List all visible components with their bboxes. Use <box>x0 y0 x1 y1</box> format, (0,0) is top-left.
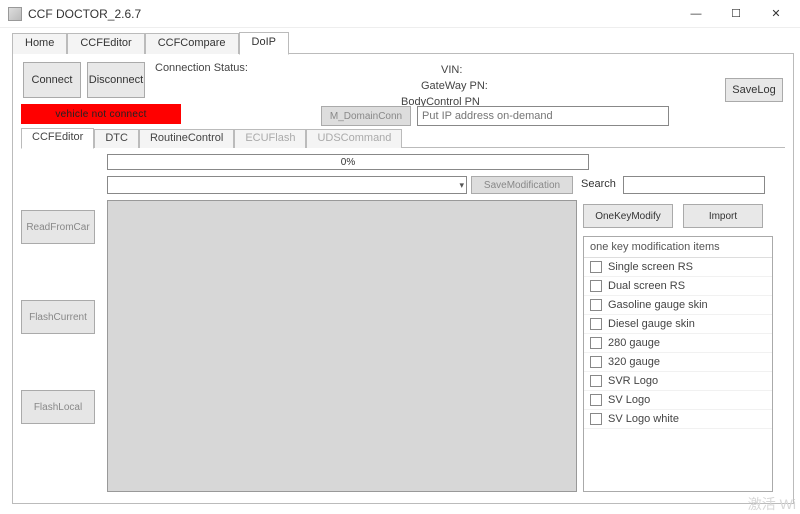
gateway-pn-label: GateWay PN: <box>421 80 488 92</box>
checkbox-icon[interactable] <box>590 280 602 292</box>
checklist-item-label: SV Logo white <box>608 413 679 425</box>
checkbox-icon[interactable] <box>590 413 602 425</box>
checklist-item-label: Diesel gauge skin <box>608 318 695 330</box>
checklist-item-label: Dual screen RS <box>608 280 685 292</box>
checklist-item[interactable]: Gasoline gauge skin <box>584 296 772 315</box>
checkbox-icon[interactable] <box>590 318 602 330</box>
flash-local-button[interactable]: FlashLocal <box>21 390 95 424</box>
import-button[interactable]: Import <box>683 204 763 228</box>
modification-panel: OneKeyModify Import one key modification… <box>583 200 773 492</box>
window-title: CCF DOCTOR_2.6.7 <box>28 7 141 21</box>
doip-pane: Connect Disconnect Connection Status: VI… <box>12 54 794 504</box>
vehicle-status-banner: vehicle not connect <box>21 104 181 124</box>
savelog-button[interactable]: SaveLog <box>725 78 783 102</box>
subtab-dtc[interactable]: DTC <box>94 129 139 148</box>
checklist-item[interactable]: Dual screen RS <box>584 277 772 296</box>
close-button[interactable]: ✕ <box>756 0 796 28</box>
checklist-item[interactable]: SV Logo <box>584 391 772 410</box>
flash-current-button[interactable]: FlashCurrent <box>21 300 95 334</box>
tab-ccfcompare[interactable]: CCFCompare <box>145 33 239 54</box>
checkbox-icon[interactable] <box>590 375 602 387</box>
save-modification-button[interactable]: SaveModification <box>471 176 573 194</box>
checklist-item-label: Single screen RS <box>608 261 693 273</box>
checklist-item[interactable]: SVR Logo <box>584 372 772 391</box>
maximize-button[interactable]: ☐ <box>716 0 756 28</box>
tab-doip[interactable]: DoIP <box>239 32 289 55</box>
subtab-udscommand[interactable]: UDSCommand <box>306 129 402 148</box>
titlebar: CCF DOCTOR_2.6.7 ― ☐ ✕ <box>0 0 800 28</box>
subtab-routinecontrol[interactable]: RoutineControl <box>139 129 234 148</box>
checkbox-icon[interactable] <box>590 356 602 368</box>
modification-checklist[interactable]: one key modification items Single screen… <box>583 236 773 492</box>
connect-button[interactable]: Connect <box>23 62 81 98</box>
checklist-item-label: SV Logo <box>608 394 650 406</box>
doip-sub-tabs: CCFEditor DTC RoutineControl ECUFlash UD… <box>21 128 785 148</box>
ccf-data-grid[interactable] <box>107 200 577 492</box>
disconnect-button[interactable]: Disconnect <box>87 62 145 98</box>
tab-ccfeditor[interactable]: CCFEditor <box>67 33 144 54</box>
onekeymodify-button[interactable]: OneKeyModify <box>583 204 673 228</box>
main-tabs: Home CCFEditor CCFCompare DoIP <box>12 32 794 54</box>
checklist-item-label: SVR Logo <box>608 375 658 387</box>
checklist-item-label: 320 gauge <box>608 356 660 368</box>
checklist-item-label: Gasoline gauge skin <box>608 299 708 311</box>
minimize-button[interactable]: ― <box>676 0 716 28</box>
ccf-selector-combo[interactable]: ▾ <box>107 176 467 194</box>
checkbox-icon[interactable] <box>590 299 602 311</box>
checkbox-icon[interactable] <box>590 394 602 406</box>
connection-row: Connect Disconnect Connection Status: VI… <box>21 60 785 122</box>
checklist-item[interactable]: Diesel gauge skin <box>584 315 772 334</box>
checklist-item[interactable]: SV Logo white <box>584 410 772 429</box>
search-input[interactable] <box>623 176 765 194</box>
checklist-item[interactable]: Single screen RS <box>584 258 772 277</box>
progress-bar: 0% <box>107 154 589 170</box>
connection-status-label: Connection Status: <box>155 62 248 74</box>
chevron-down-icon: ▾ <box>459 180 464 191</box>
progress-text: 0% <box>341 157 355 168</box>
vin-label: VIN: <box>441 64 462 76</box>
read-from-car-button[interactable]: ReadFromCar <box>21 210 95 244</box>
checklist-item-label: 280 gauge <box>608 337 660 349</box>
tab-home[interactable]: Home <box>12 33 67 54</box>
checkbox-icon[interactable] <box>590 337 602 349</box>
search-label: Search <box>581 178 616 190</box>
subtab-ccfeditor[interactable]: CCFEditor <box>21 128 94 149</box>
subtab-ecuflash[interactable]: ECUFlash <box>234 129 306 148</box>
domain-conn-button[interactable]: M_DomainConn <box>321 106 411 126</box>
checklist-header: one key modification items <box>584 237 772 258</box>
checkbox-icon[interactable] <box>590 261 602 273</box>
ccfeditor-pane: 0% ▾ SaveModification Search ReadFromCar… <box>21 148 785 500</box>
ip-address-input[interactable] <box>417 106 669 126</box>
app-icon <box>8 7 22 21</box>
checklist-item[interactable]: 320 gauge <box>584 353 772 372</box>
checklist-item[interactable]: 280 gauge <box>584 334 772 353</box>
